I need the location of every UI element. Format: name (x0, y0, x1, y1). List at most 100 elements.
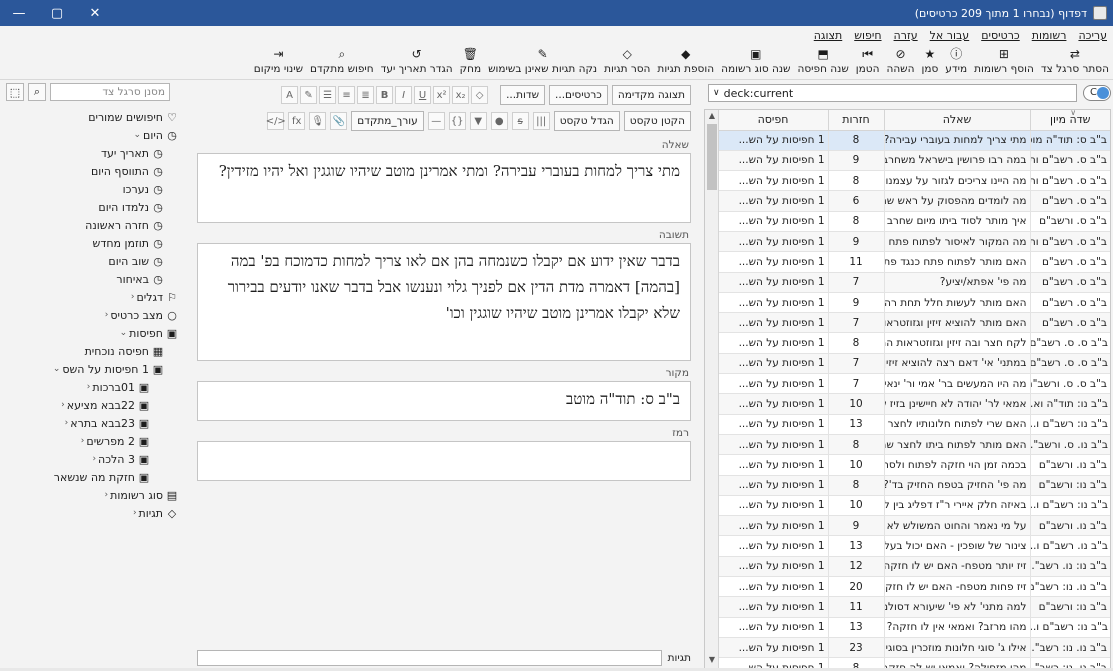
close-button[interactable]: ✕ (76, 0, 114, 26)
clear-unused-tags-button[interactable]: ✎ נקה תגיות שאינן בשימוש (488, 44, 597, 75)
advanced-editor-button[interactable]: עורך_מתקדם (351, 111, 424, 131)
add-notes-button[interactable]: ⊞ הוסף רשומות (974, 44, 1034, 75)
sidebar-item[interactable]: ◷ שוב היום (0, 252, 182, 270)
chevron-down-icon[interactable]: ∨ (713, 88, 720, 98)
shrink-text-button[interactable]: הקטן טקסט (623, 111, 691, 131)
select-tool-icon[interactable]: ⬚ (6, 83, 24, 101)
delete-button[interactable]: 🗑 מחק (460, 44, 481, 75)
table-row[interactable]: ב"ב נו: נו. רשב"... זיז יותר מטפח- האם יש… (717, 556, 1110, 578)
scroll-up-icon[interactable]: ▲ (705, 111, 719, 123)
attach-icon[interactable]: 📎 (330, 112, 348, 130)
add-tags-button[interactable]: ◆ הוספת תגיות (657, 44, 714, 75)
sidebar-item[interactable]: ◷ תאריך יעד (0, 144, 182, 162)
column-deck[interactable]: חפיסה (717, 110, 828, 131)
preview-button[interactable]: תצוגה מקדימה (611, 85, 691, 105)
expand-chevron-icon[interactable]: ‹ (58, 418, 69, 428)
record-audio-icon[interactable]: 🎙 (309, 112, 327, 130)
sidebar-item[interactable]: ▣ חפיסות ⌄ (0, 324, 182, 342)
sidebar-item[interactable]: ▣ 22בבא מציעא ‹ (0, 396, 182, 414)
fields-button[interactable]: שדות... (500, 85, 546, 105)
table-row[interactable]: ב"ב נו: תוד"ה וא... אמאי לר' יהודה לא חיי… (717, 393, 1110, 415)
align-icon[interactable]: ≣ (357, 86, 375, 104)
sidebar-item[interactable]: ⚐ דגלים ‹ (0, 288, 182, 306)
text-color-icon[interactable]: A (281, 86, 299, 104)
underline-icon[interactable]: U (414, 86, 432, 104)
expand-chevron-icon[interactable]: ‹ (74, 436, 85, 446)
scroll-down-icon[interactable]: ▼ (705, 655, 719, 667)
table-row[interactable]: ב"ב ס. רשב"ם ות...במה רבו פרושין בישראל … (717, 150, 1110, 172)
math-icon[interactable]: fx (288, 112, 306, 130)
change-notetype-button[interactable]: ▣ שנה סוג רשומה (721, 44, 790, 75)
expand-chevron-icon[interactable]: ‹ (127, 508, 137, 518)
enlarge-text-button[interactable]: הגדל טקסט (553, 111, 620, 131)
table-row[interactable]: ב"ב ס. ס. רשב"ם במתני' אי' דאם רצה להוציא… (717, 353, 1110, 375)
field-answer[interactable]: בדבר שאין ידוע אם יקבלו כשנמחה בהן אם לא… (197, 243, 691, 361)
expand-chevron-icon[interactable]: ‹ (124, 292, 135, 302)
dash-icon[interactable]: — (427, 112, 445, 130)
sidebar-item[interactable]: ▦ חפיסה נוכחית (0, 342, 182, 360)
subscript-icon[interactable]: x₂ (452, 86, 470, 104)
maximize-button[interactable]: ▢ (38, 0, 76, 26)
sidebar-item[interactable]: ▣ 2 מפרשים ‹ (0, 432, 182, 450)
table-row[interactable]: ב"ב ס. רשב"ם מה פי' אפתא/יציע? 7 1 חפיסות ע… (717, 272, 1110, 293)
eraser-icon[interactable]: ◇ (471, 86, 489, 104)
sidebar-item[interactable]: ▣ חזקת מה שנשאר (0, 468, 182, 486)
field-question[interactable]: מתי צריך למחות בעוברי עבירה? ומתי אמרינן… (197, 153, 691, 223)
sidebar-filter-input[interactable]: מסנן סרגל צד (50, 83, 170, 101)
expand-chevron-icon[interactable]: ‹ (98, 490, 109, 500)
sidebar-item[interactable]: ▣ 23בבא בתרא ‹ (0, 414, 182, 432)
table-row[interactable]: ב"ב נו: ורשב"ם למה מתני' לא פי' שיעורא דס… (717, 596, 1110, 618)
table-row[interactable]: ב"ב ס. ס. ורשב"ם מה היו המעשים בר' אמי ור… (717, 373, 1110, 395)
sidebar-item[interactable]: ◷ תוזמן מחדש (0, 234, 182, 252)
column-sort-field[interactable]: ∨ שדה מיון (1029, 110, 1110, 131)
table-row[interactable]: ב"ב נו. ורשב"ם על מי נאמר והחוט המשולש לא… (717, 515, 1110, 537)
table-row[interactable]: ב"ב ס. רשב"םהאם מותר לעשות חלל תחת רה"ר?… (717, 292, 1110, 314)
table-row[interactable]: ב"ב ס. רשב"םהאם מותר לפתוח פתח כנגד פתח … (717, 251, 1110, 273)
table-row[interactable]: ב"ב נו. נו: רשב"... אילו ג' סוגי חלונות מ… (717, 637, 1110, 659)
sidebar-item[interactable]: ◷ נערכו (0, 180, 182, 198)
sidebar-item[interactable]: ◷ חזרה ראשונה (0, 216, 182, 234)
info-button[interactable]: ⓘ מידע (945, 44, 967, 75)
numbered-list-icon[interactable]: ≡ (338, 86, 356, 104)
expand-chevron-icon[interactable]: ‹ (80, 382, 91, 392)
table-row[interactable]: ב"ב ס. רשב"ם האם מותר להוציא זיזין וגזוזט… (717, 312, 1110, 334)
circle-icon[interactable]: ● (490, 112, 508, 130)
sidebar-item[interactable]: ◷ באיחור (0, 270, 182, 288)
column-reviews[interactable]: חזרות (827, 110, 884, 131)
table-row[interactable]: ב"ב ס. רשב"ם ות...מה המקור לאיסור לפתוח … (717, 231, 1110, 253)
sidebar-item[interactable]: ◷ נלמדו היום (0, 198, 182, 216)
table-row[interactable]: ב"ב נו: רשב"ם ו... באיזה חלק איירי ר"ז דפ… (717, 495, 1110, 517)
barcode-icon[interactable]: ||| (532, 112, 550, 130)
italic-icon[interactable]: I (395, 86, 413, 104)
scrollbar-thumb[interactable] (707, 124, 717, 190)
field-hint[interactable] (197, 441, 691, 481)
change-deck-button[interactable]: ⬒ שנה חפיסה (798, 44, 849, 75)
table-row[interactable]: ב"ב נו. רשב"ם ו... צינור של שופכין - האם … (717, 535, 1110, 557)
suspend-button[interactable]: ⊘ השהה (886, 44, 914, 75)
expand-chevron-icon[interactable]: ⌄ (131, 130, 142, 140)
bullet-list-icon[interactable]: ☰ (319, 86, 337, 104)
reposition-button[interactable]: ⇥ שינוי מיקום (254, 44, 303, 75)
bold-icon[interactable]: B (376, 86, 394, 104)
column-question[interactable]: שאלה (883, 110, 1030, 131)
cards-button[interactable]: כרטיסים... (549, 85, 608, 105)
set-due-date-button[interactable]: ↺ הגדר תאריך יעד (381, 44, 453, 75)
table-row[interactable]: ב"ב ס. ס. רשב"ם...לקח חצר ובה זיזין וגזו… (717, 332, 1110, 354)
table-row[interactable]: ב"ב נו: רשב"ם ו... מהו מרזב? ואמאי אין לו… (717, 617, 1110, 638)
field-source[interactable]: ב"ב ס: תוד"ה מוטב (197, 381, 691, 421)
advanced-search-button[interactable]: ⌕ חיפוש מתקדם (310, 44, 374, 75)
menu-cards[interactable]: כרטיסים (981, 29, 1020, 42)
strike-icon[interactable]: s (511, 112, 529, 130)
menu-notes[interactable]: רשומות (1032, 29, 1067, 42)
expand-chevron-icon[interactable]: ⌄ (117, 328, 128, 338)
toggle-sidebar-button[interactable]: ⇄ הסתר סרגל צד (1041, 44, 1109, 75)
sidebar-item[interactable]: ▣ 01ברכות ‹ (0, 378, 182, 396)
menu-go[interactable]: עבור אל (930, 29, 970, 42)
expand-chevron-icon[interactable]: ‹ (55, 400, 65, 410)
menu-view[interactable]: תצוגה (814, 29, 842, 42)
expand-chevron-icon[interactable]: ⌄ (50, 364, 61, 374)
cards-notes-toggle[interactable]: C (1083, 85, 1111, 101)
sidebar-item[interactable]: ▣ 1 חפיסות על השס ⌄ (0, 360, 182, 378)
mark-button[interactable]: ★ סמן (921, 44, 938, 75)
sidebar-item[interactable]: ◷ היום ⌄ (0, 126, 182, 144)
